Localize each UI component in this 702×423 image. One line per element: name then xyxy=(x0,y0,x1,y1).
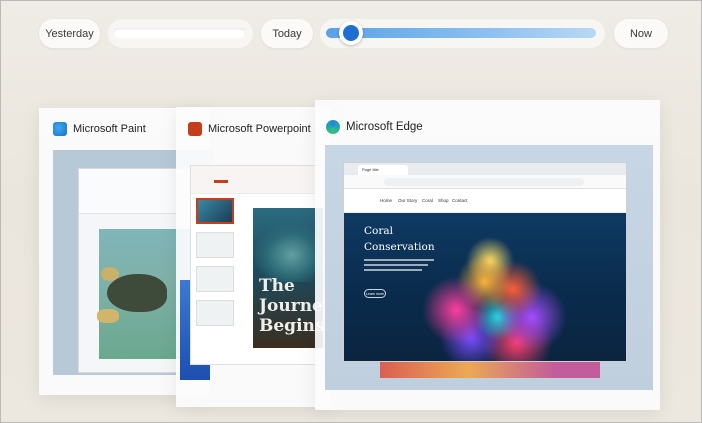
paint-app-name: Microsoft Paint xyxy=(73,123,146,135)
now-button[interactable]: Now xyxy=(614,19,668,48)
edge-card-title: Microsoft Edge xyxy=(326,120,423,134)
hero-section: Coral Conservation Learn more xyxy=(344,213,626,361)
home-tab-indicator xyxy=(214,180,228,183)
today-button[interactable]: Today xyxy=(261,19,313,48)
paint-palette-icon xyxy=(53,122,67,136)
edge-window[interactable]: Page title Home Our Story Coral Shop Con… xyxy=(343,162,627,362)
address-bar xyxy=(344,175,626,189)
learn-more-button[interactable]: Learn more xyxy=(364,289,386,298)
edge-browser-icon xyxy=(326,120,340,134)
powerpoint-card-title: Microsoft Powerpoint xyxy=(188,122,311,136)
slide-thumbnail[interactable] xyxy=(196,266,234,292)
paint-card-title: Microsoft Paint xyxy=(53,122,146,136)
turtle-flipper xyxy=(97,309,119,323)
powerpoint-icon xyxy=(188,122,202,136)
nav-home[interactable]: Home xyxy=(380,198,392,203)
today-label: Today xyxy=(272,27,302,40)
hero-body-text xyxy=(364,259,434,274)
browser-tab[interactable]: Page title xyxy=(358,165,408,175)
turtle-drawing xyxy=(107,274,167,312)
powerpoint-app-name: Microsoft Powerpoint xyxy=(208,123,311,135)
slide-thumbnails xyxy=(196,198,236,363)
yesterday-button[interactable]: Yesterday xyxy=(39,19,100,48)
current-slide: The Journey Begins xyxy=(253,208,333,348)
timeline-slider-thumb[interactable] xyxy=(339,21,363,45)
address-field[interactable] xyxy=(384,178,584,186)
site-nav: Home Our Story Coral Shop Contact xyxy=(344,189,626,213)
slide-thumbnail[interactable] xyxy=(196,198,234,224)
slide-thumbnail[interactable] xyxy=(196,300,234,326)
slide-title: The Journey Begins xyxy=(259,276,333,336)
timeline-track-past-inner xyxy=(113,28,246,38)
slide-turtle-image xyxy=(253,222,323,282)
yesterday-label: Yesterday xyxy=(45,27,94,40)
now-label: Now xyxy=(629,27,652,40)
powerpoint-ribbon xyxy=(191,166,324,194)
slide-thumbnail[interactable] xyxy=(196,232,234,258)
powerpoint-window[interactable]: The Journey Begins xyxy=(190,165,333,365)
turtle-head xyxy=(101,267,119,281)
hero-title: Coral Conservation xyxy=(364,225,435,253)
nav-our-story[interactable]: Our Story xyxy=(398,198,417,203)
browser-tab-bar: Page title xyxy=(344,163,626,175)
edge-app-name: Microsoft Edge xyxy=(346,121,423,133)
timeline-progress-fill xyxy=(326,28,596,38)
nav-coral[interactable]: Coral xyxy=(422,198,433,203)
nav-shop[interactable]: Shop xyxy=(438,198,449,203)
nav-contact[interactable]: Contact xyxy=(452,198,468,203)
